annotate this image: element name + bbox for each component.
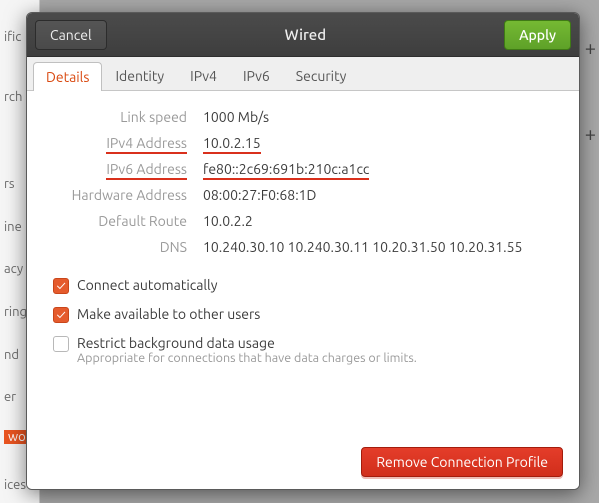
tab-ipv4[interactable]: IPv4: [177, 61, 230, 90]
checkbox-make-available[interactable]: ✓ Make available to other users: [53, 306, 559, 323]
plus-icon: +: [585, 36, 596, 59]
tab-details[interactable]: Details: [33, 62, 102, 91]
check-icon: [53, 336, 69, 352]
tabs-bar: Details Identity IPv4 IPv6 Security: [27, 57, 579, 91]
value-ipv4: 10.0.2.15: [203, 135, 559, 151]
details-panel: Link speed 1000 Mb/s IPv4 Address 10.0.2…: [27, 91, 579, 489]
checkbox-label: Make available to other users: [77, 306, 260, 322]
check-icon: ✓: [53, 307, 69, 323]
window-title: Wired: [285, 26, 326, 43]
tab-identity[interactable]: Identity: [102, 61, 177, 90]
label-link-speed: Link speed: [47, 109, 187, 125]
checkbox-sublabel: Appropriate for connections that have da…: [77, 351, 417, 365]
value-hw: 08:00:27:F0:68:1D: [203, 187, 559, 203]
cancel-button[interactable]: Cancel: [35, 20, 107, 50]
label-ipv6: IPv6 Address: [47, 161, 187, 177]
checkbox-label: Connect automatically: [77, 277, 217, 293]
tab-ipv6[interactable]: IPv6: [230, 61, 283, 90]
value-default-route: 10.0.2.2: [203, 213, 559, 229]
titlebar: Cancel Wired Apply: [27, 13, 579, 57]
checkbox-label: Restrict background data usage: [77, 335, 417, 351]
checkbox-restrict-data[interactable]: Restrict background data usage Appropria…: [53, 335, 559, 365]
label-ipv4: IPv4 Address: [47, 135, 187, 151]
remove-connection-button[interactable]: Remove Connection Profile: [361, 447, 563, 477]
tab-security[interactable]: Security: [283, 61, 360, 90]
check-icon: ✓: [53, 278, 69, 294]
apply-button[interactable]: Apply: [504, 20, 571, 50]
label-dns: DNS: [47, 239, 187, 255]
checkbox-connect-automatically[interactable]: ✓ Connect automatically: [53, 277, 559, 294]
label-default-route: Default Route: [47, 213, 187, 229]
label-hw: Hardware Address: [47, 187, 187, 203]
value-link-speed: 1000 Mb/s: [203, 109, 559, 125]
value-ipv6: fe80::2c69:691b:210c:a1cc: [203, 161, 559, 177]
wired-settings-dialog: Cancel Wired Apply Details Identity IPv4…: [26, 12, 580, 490]
value-dns: 10.240.30.10 10.240.30.11 10.20.31.50 10…: [203, 239, 559, 255]
plus-icon: +: [585, 122, 596, 145]
